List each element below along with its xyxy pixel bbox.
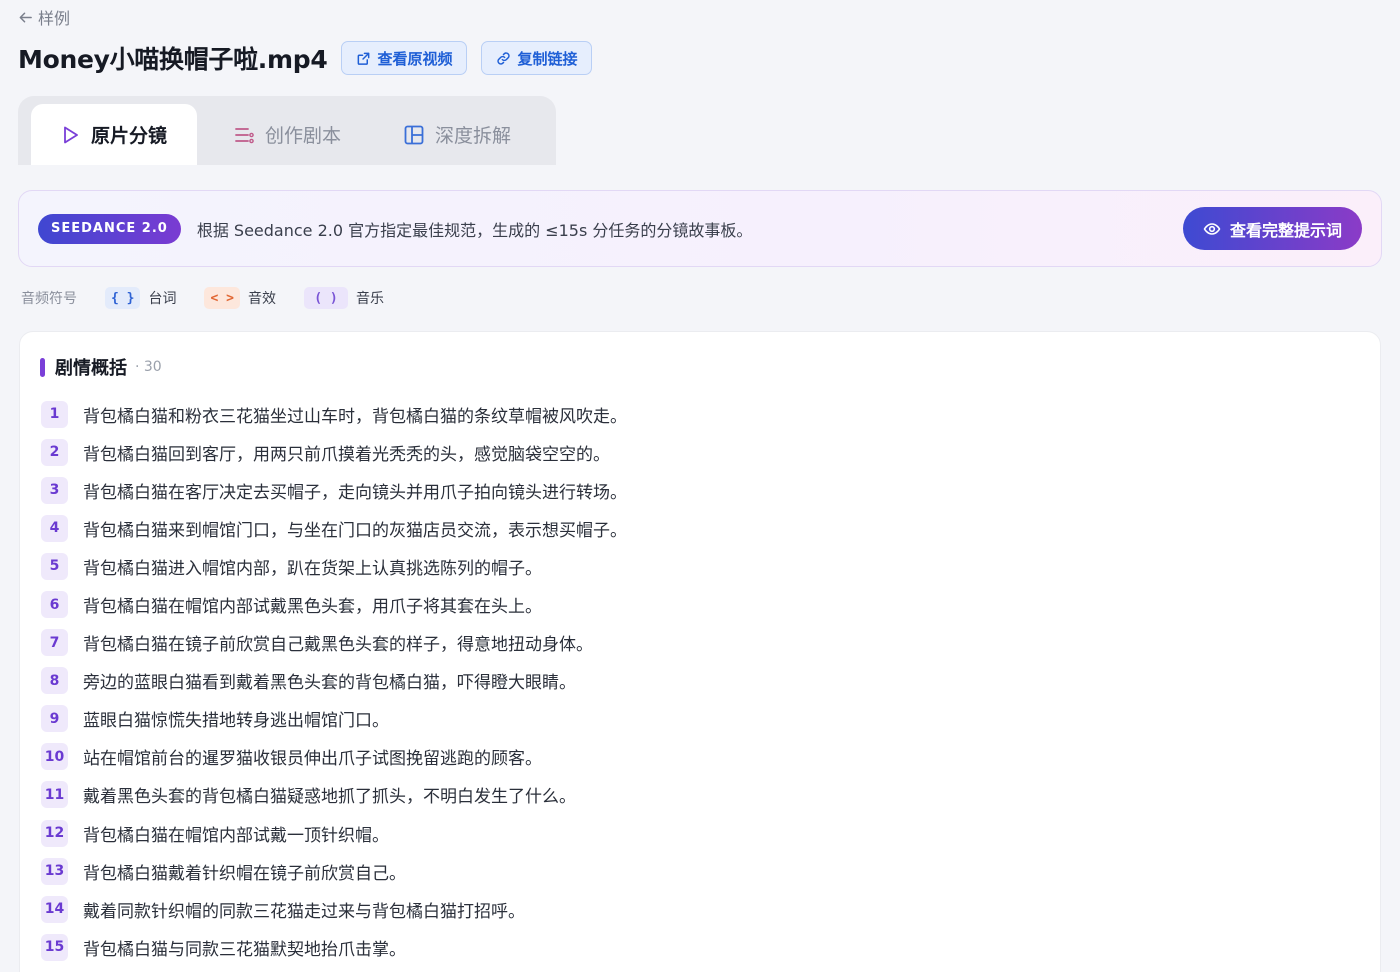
item-number: 10 (41, 743, 68, 771)
item-number: 5 (41, 552, 68, 580)
link-icon (497, 51, 511, 65)
summary-list: 1 背包橘白猫和粉衣三花猫坐过山车时，背包橘白猫的条纹草帽被风吹走。 2 背包橘白猫… (41, 395, 627, 966)
item-text: 旁边的蓝眼白猫看到戴着黑色头套的背包橘白猫，吓得瞪大眼睛。 (83, 673, 576, 694)
dialog-symbol: { } (105, 287, 141, 309)
item-text: 背包橘白猫在帽馆内部试戴黑色头套，用爪子将其套在头上。 (83, 597, 542, 618)
list-item: 15 背包橘白猫与同款三花猫默契地抬爪击掌。 (41, 928, 627, 966)
list-item: 10 站在帽馆前台的暹罗猫收银员伸出爪子试图挽留逃跑的顾客。 (41, 738, 627, 776)
list-item: 7 背包橘白猫在镜子前欣赏自己戴黑色头套的样子，得意地扭动身体。 (41, 624, 627, 662)
list-item: 2 背包橘白猫回到客厅，用两只前爪摸着光秃秃的头，感觉脑袋空空的。 (41, 433, 627, 471)
audio-legend: 音频符号 { } 台词 < > 音效 ( ) 音乐 (21, 287, 412, 309)
legend-item-label: 音效 (247, 291, 276, 307)
tab-creative-script[interactable]: 创作剧本 (197, 104, 363, 165)
list-item: 11 戴着黑色头套的背包橘白猫疑惑地抓了抓头，不明白发生了什么。 (41, 776, 627, 814)
item-text: 背包橘白猫在镜子前欣赏自己戴黑色头套的样子，得意地扭动身体。 (83, 635, 593, 656)
item-number: 6 (41, 591, 68, 619)
item-text: 背包橘白猫进入帽馆内部，趴在货架上认真挑选陈列的帽子。 (83, 558, 542, 579)
list-icon (235, 127, 254, 143)
list-item: 8 旁边的蓝眼白猫看到戴着黑色头套的背包橘白猫，吓得瞪大眼睛。 (41, 662, 627, 700)
music-symbol: ( ) (303, 287, 348, 309)
item-number: 12 (41, 819, 68, 847)
view-original-button[interactable]: 查看原视频 (341, 41, 468, 75)
title-row: Money小喵换帽子啦.mp4 查看原视频 复制链接 (18, 40, 593, 76)
play-icon (64, 126, 78, 143)
tab-original-storyboard[interactable]: 原片分镜 (31, 104, 197, 165)
tab-label: 创作剧本 (265, 125, 342, 147)
list-item: 5 背包橘白猫进入帽馆内部，趴在货架上认真挑选陈列的帽子。 (41, 547, 627, 585)
item-number: 15 (41, 933, 68, 961)
item-text: 背包橘白猫来到帽馆门口，与坐在门口的灰猫店员交流，表示想买帽子。 (83, 520, 627, 541)
view-original-label: 查看原视频 (377, 49, 453, 68)
list-item: 1 背包橘白猫和粉衣三花猫坐过山车时，背包橘白猫的条纹草帽被风吹走。 (41, 395, 627, 433)
banner-text: 根据 Seedance 2.0 官方指定最佳规范，生成的 ≤15s 分任务的分镜… (196, 220, 753, 240)
section-count: · 30 (135, 359, 162, 375)
copy-link-button[interactable]: 复制链接 (481, 41, 593, 75)
legend-item-music: ( ) 音乐 (303, 287, 384, 309)
item-text: 站在帽馆前台的暹罗猫收银员伸出爪子试图挽留逃跑的顾客。 (83, 749, 542, 770)
item-number: 9 (41, 705, 68, 733)
plot-summary-card: 剧情概括 · 30 1 背包橘白猫和粉衣三花猫坐过山车时，背包橘白猫的条纹草帽被风… (19, 331, 1381, 972)
item-text: 戴着同款针织帽的同款三花猫走过来与背包橘白猫打招呼。 (83, 901, 525, 922)
section-header: 剧情概括 · 30 (40, 354, 162, 380)
sfx-symbol: < > (204, 287, 240, 309)
item-text: 背包橘白猫和粉衣三花猫坐过山车时，背包橘白猫的条纹草帽被风吹走。 (83, 406, 627, 427)
tab-bar: 原片分镜 创作剧本 深度拆解 (18, 96, 556, 165)
item-number: 13 (41, 857, 68, 885)
tab-label: 原片分镜 (91, 125, 168, 147)
legend-item-dialog: { } 台词 (105, 287, 176, 309)
item-text: 背包橘白猫在客厅决定去买帽子，走向镜头并用爪子拍向镜头进行转场。 (83, 482, 627, 503)
item-number: 1 (41, 400, 68, 428)
item-number: 8 (41, 667, 68, 695)
item-number: 3 (41, 476, 68, 504)
back-label: 样例 (38, 9, 71, 28)
eye-icon (1203, 222, 1221, 235)
page-title: Money小喵换帽子啦.mp4 (18, 45, 328, 74)
item-text: 背包橘白猫与同款三花猫默契地抬爪击掌。 (83, 939, 406, 960)
item-text: 背包橘白猫回到客厅，用两只前爪摸着光秃秃的头，感觉脑袋空空的。 (83, 444, 610, 465)
list-item: 9 蓝眼白猫惊慌失措地转身逃出帽馆门口。 (41, 700, 627, 738)
list-item: 12 背包橘白猫在帽馆内部试戴一顶针织帽。 (41, 814, 627, 852)
legend-item-label: 台词 (148, 291, 177, 307)
item-text: 背包橘白猫戴着针织帽在镜子前欣赏自己。 (83, 863, 406, 884)
list-item: 13 背包橘白猫戴着针织帽在镜子前欣赏自己。 (41, 852, 627, 890)
tab-label: 深度拆解 (435, 125, 512, 147)
section-title: 剧情概括 (55, 358, 127, 379)
tab-deep-analysis[interactable]: 深度拆解 (363, 104, 533, 165)
item-number: 7 (41, 629, 68, 657)
view-full-prompt-button[interactable]: 查看完整提示词 (1182, 207, 1362, 250)
list-item: 3 背包橘白猫在客厅决定去买帽子，走向镜头并用爪子拍向镜头进行转场。 (41, 471, 627, 509)
legend-item-label: 音乐 (355, 291, 384, 307)
external-link-icon (358, 52, 370, 65)
back-link[interactable]: 样例 (18, 5, 70, 29)
legend-label: 音频符号 (21, 291, 77, 307)
item-text: 背包橘白猫在帽馆内部试戴一顶针织帽。 (83, 825, 389, 846)
item-number: 11 (41, 781, 68, 809)
seedance-banner: SEEDANCE 2.0 根据 Seedance 2.0 官方指定最佳规范，生成… (18, 190, 1382, 267)
item-number: 14 (41, 895, 68, 923)
copy-link-label: 复制链接 (517, 49, 578, 68)
item-text: 蓝眼白猫惊慌失措地转身逃出帽馆门口。 (83, 711, 389, 732)
item-number: 2 (41, 438, 68, 466)
arrow-left-icon (19, 12, 32, 22)
prompt-button-label: 查看完整提示词 (1229, 220, 1342, 240)
layout-icon (404, 125, 424, 144)
legend-item-sfx: < > 音效 (204, 287, 276, 309)
list-item: 6 背包橘白猫在帽馆内部试戴黑色头套，用爪子将其套在头上。 (41, 585, 627, 623)
item-text: 戴着黑色头套的背包橘白猫疑惑地抓了抓头，不明白发生了什么。 (83, 787, 576, 808)
section-accent-bar (40, 357, 45, 377)
seedance-badge: SEEDANCE 2.0 (38, 213, 181, 244)
item-number: 4 (41, 514, 68, 542)
list-item: 14 戴着同款针织帽的同款三花猫走过来与背包橘白猫打招呼。 (41, 890, 627, 928)
list-item: 4 背包橘白猫来到帽馆门口，与坐在门口的灰猫店员交流，表示想买帽子。 (41, 509, 627, 547)
